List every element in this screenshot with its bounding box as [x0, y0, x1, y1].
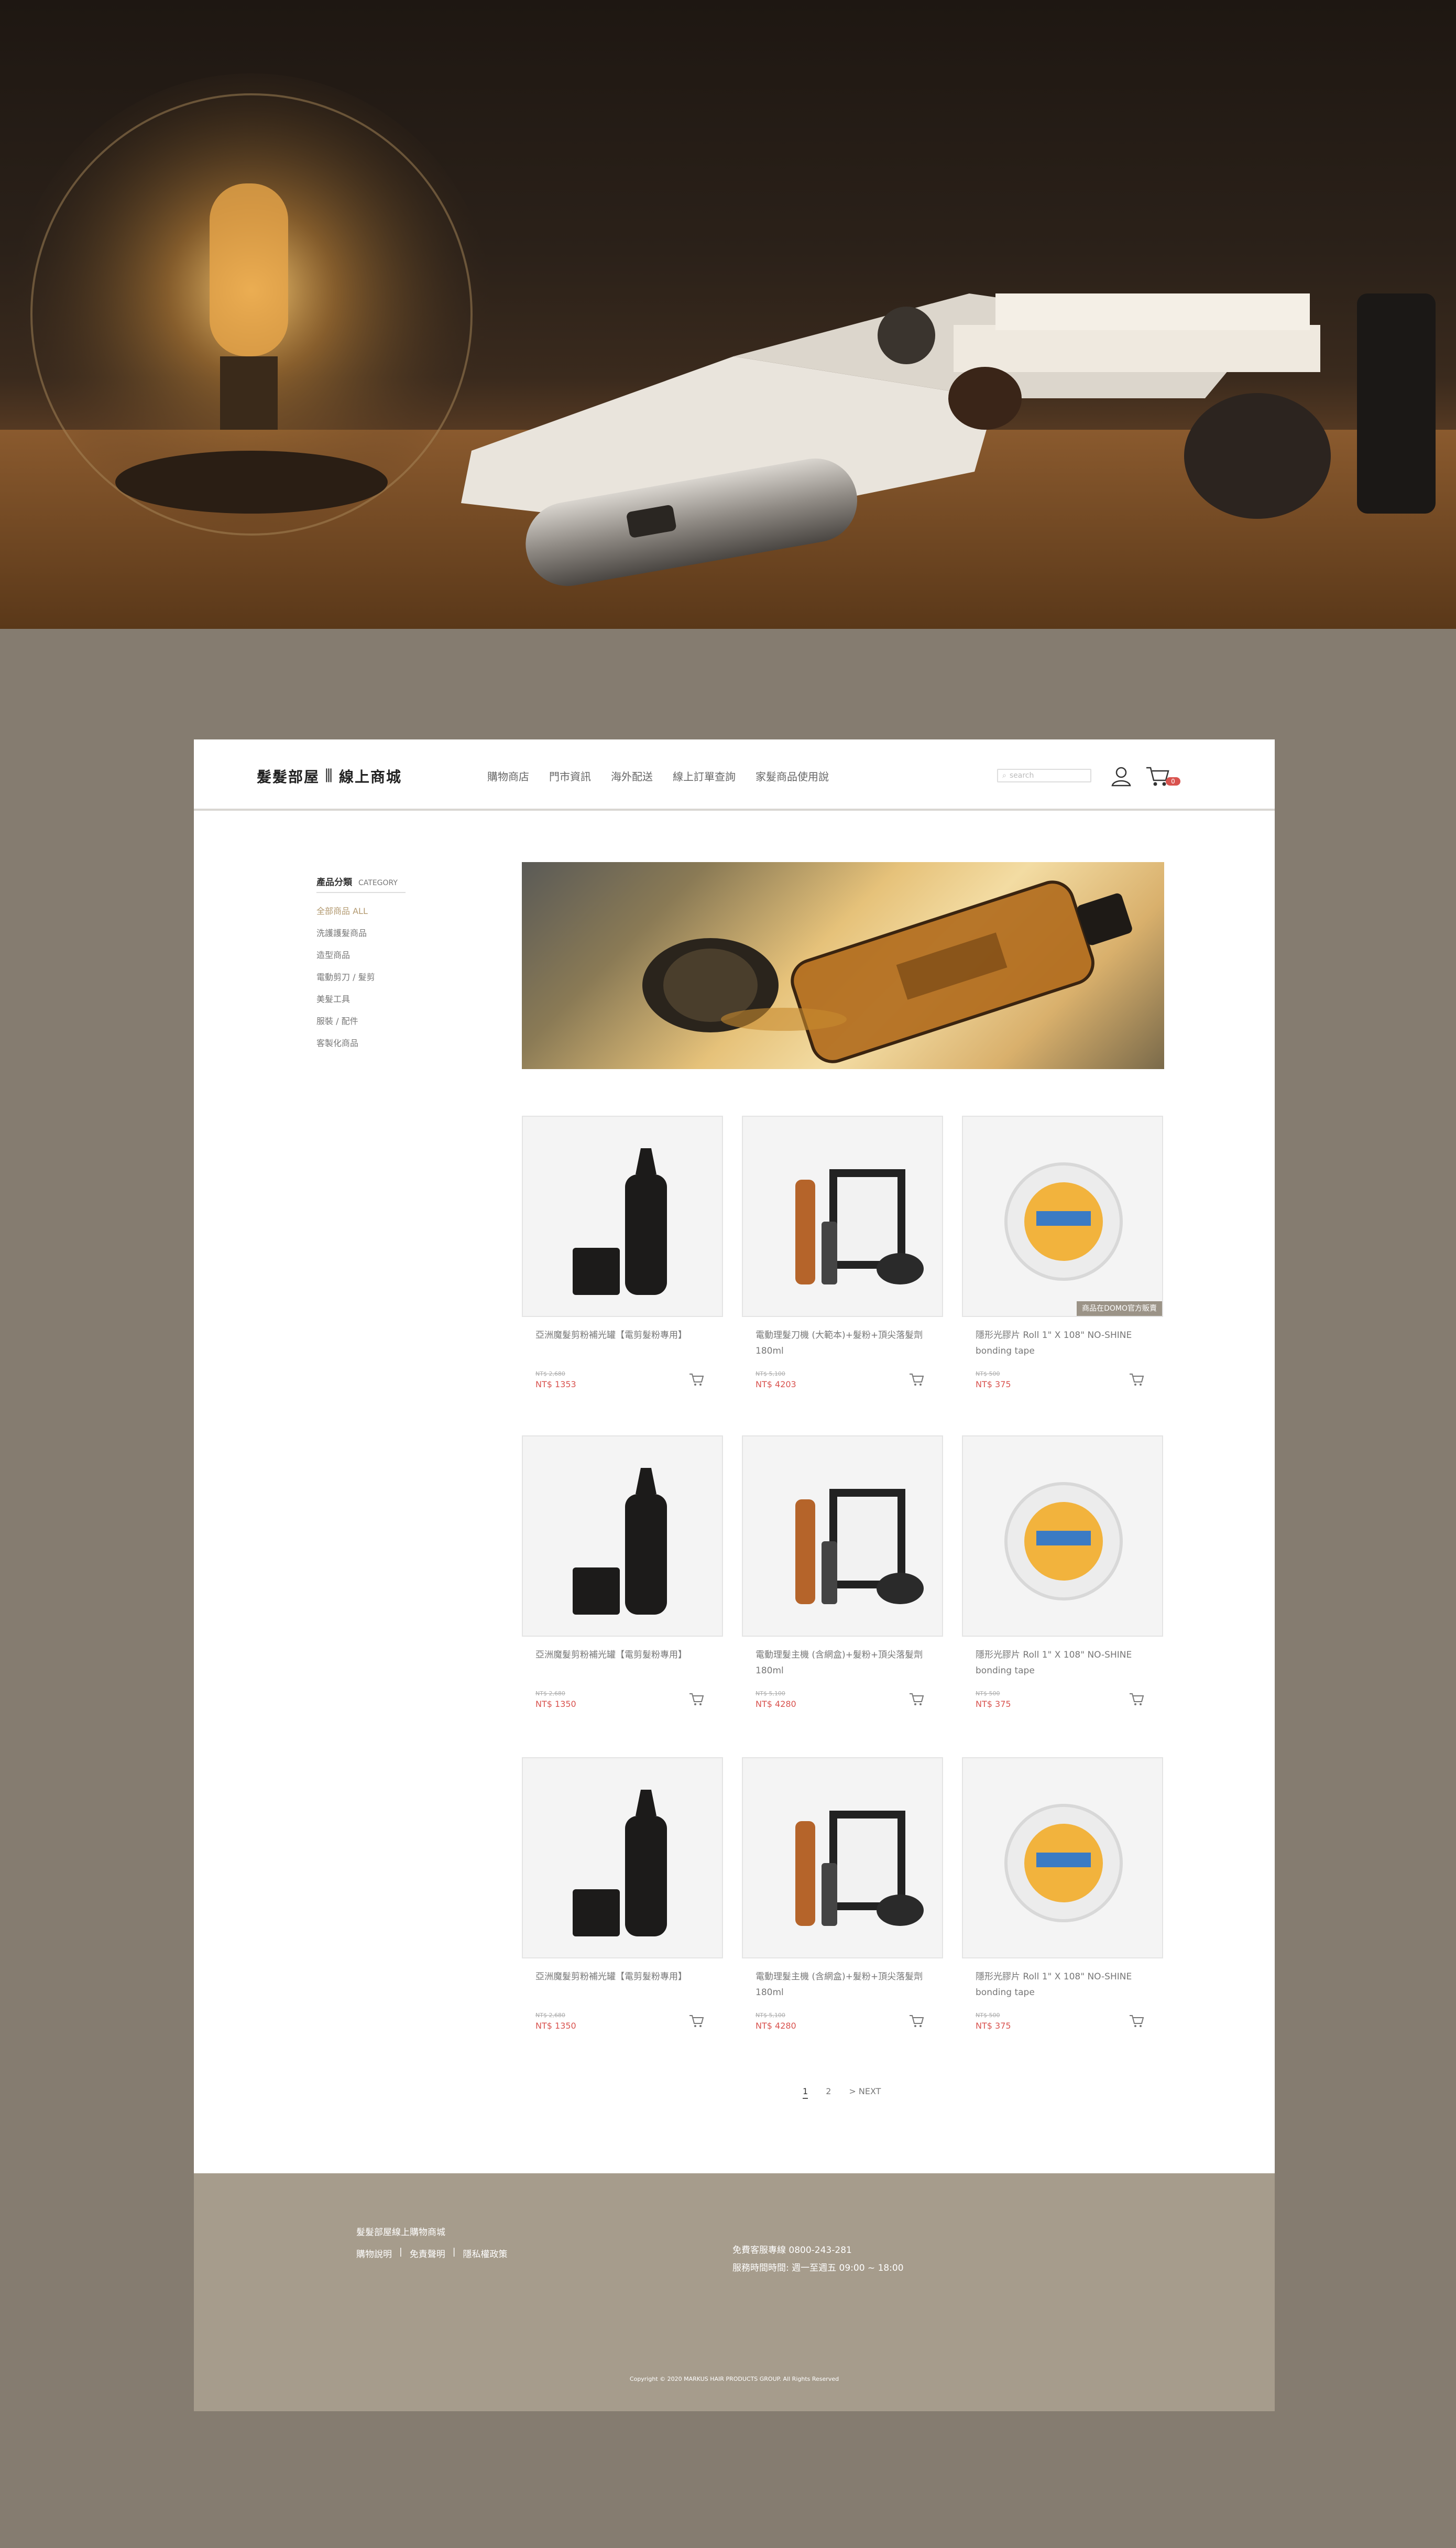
product-image[interactable]	[962, 1757, 1163, 1958]
top-navbar: 髮髮部屋 ⦀ 線上商城 購物商店 門市資訊 海外配送 線上訂單查詢 家髮商品使用…	[194, 739, 1275, 811]
add-to-cart-icon[interactable]	[1129, 1371, 1144, 1387]
main-panel: 髮髮部屋 ⦀ 線上商城 購物商店 門市資訊 海外配送 線上訂單查詢 家髮商品使用…	[194, 739, 1275, 2173]
product-card[interactable]: 隱形光膠片 Roll 1" X 108" NO-SHINE bonding ta…	[962, 1435, 1163, 1709]
product-name[interactable]: 亞洲魔髮剪粉補光罐【電剪髮粉專用】	[522, 1969, 714, 2001]
footer-copyright: Copyright © 2020 MARKUS HAIR PRODUCTS GR…	[629, 2376, 839, 2382]
nav-order-query[interactable]: 線上訂單查詢	[673, 768, 736, 783]
footer-link-privacy[interactable]: 隱私權政策	[463, 2247, 507, 2260]
product-image[interactable]: 商品在DOMO官方販賣	[962, 1116, 1163, 1317]
product-image[interactable]	[522, 1116, 723, 1317]
banner-product-photo	[642, 880, 1132, 1063]
logo-text: 髮髮部屋	[257, 768, 320, 786]
footer: 髮髮部屋線上購物商城 購物說明 | 免責聲明 | 隱私權政策 免費客服專線 08…	[194, 2173, 1275, 2411]
footer-title: 髮髮部屋線上購物商城	[356, 2227, 445, 2238]
product-photo-tape	[1004, 1162, 1123, 1281]
cart-count-badge: 0	[1166, 777, 1180, 786]
hero-banner	[0, 0, 1456, 629]
footer-separator: |	[399, 2247, 402, 2257]
product-name[interactable]: 亞洲魔髮剪粉補光罐【電剪髮粉專用】	[522, 1647, 714, 1680]
logo[interactable]: 髮髮部屋 ⦀ 線上商城	[257, 766, 402, 787]
product-card[interactable]: 電動理髮主機 (含網盒)+髮粉+頂尖落髮劑 180ml NT$ 5,100 NT…	[742, 1757, 943, 2031]
product-photo-kit	[795, 1489, 924, 1604]
product-card[interactable]: 電動理髮主機 (含網盒)+髮粉+頂尖落髮劑 180ml NT$ 5,100 NT…	[742, 1435, 943, 1709]
product-card[interactable]: 隱形光膠片 Roll 1" X 108" NO-SHINE bonding ta…	[962, 1757, 1163, 2031]
product-photo-bottle	[573, 1148, 667, 1295]
add-to-cart-icon[interactable]	[1129, 2013, 1144, 2029]
product-photo-tape	[1004, 1804, 1123, 1922]
nav-shop[interactable]: 購物商店	[487, 768, 529, 783]
product-card[interactable]: 亞洲魔髮剪粉補光罐【電剪髮粉專用】 NT$ 2,680 NT$ 1350	[522, 1435, 723, 1709]
category-sidebar: 產品分類 CATEGORY 全部商品 ALL 洗護護髮商品 造型商品 電動剪刀 …	[316, 875, 432, 1054]
product-photo-kit	[795, 1169, 924, 1284]
product-tag: 商品在DOMO官方販賣	[1077, 1301, 1162, 1316]
footer-phone: 免費客服專線 0800-243-281	[732, 2245, 852, 2256]
footer-contact: 免費客服專線 0800-243-281 服務時間時間: 週一至週五 09:00 …	[732, 2241, 904, 2277]
add-to-cart-icon[interactable]	[908, 2013, 924, 2029]
product-name[interactable]: 亞洲魔髮剪粉補光罐【電剪髮粉專用】	[522, 1327, 714, 1360]
page-1[interactable]: 1	[803, 2086, 808, 2099]
product-photo-kit	[795, 1811, 924, 1926]
category-list: 全部商品 ALL 洗護護髮商品 造型商品 電動剪刀 / 髮剪 美髮工具 服裝 /…	[316, 900, 432, 1054]
product-card[interactable]: 商品在DOMO官方販賣 隱形光膠片 Roll 1" X 108" NO-SHIN…	[962, 1116, 1163, 1389]
product-image[interactable]	[742, 1116, 943, 1317]
product-image[interactable]	[522, 1757, 723, 1958]
product-name[interactable]: 電動理髮刀機 (大範本)+髮粉+頂尖落髮劑 180ml	[742, 1327, 934, 1360]
product-photo-bottle	[573, 1468, 667, 1615]
add-to-cart-icon[interactable]	[908, 1691, 924, 1707]
category-title: 產品分類	[316, 877, 352, 888]
logo-sub: 線上商城	[338, 768, 402, 786]
footer-links: 購物說明 | 免責聲明 | 隱私權政策	[356, 2247, 507, 2260]
product-image[interactable]	[522, 1435, 723, 1637]
category-item-custom[interactable]: 客製化商品	[316, 1032, 432, 1054]
main-nav: 購物商店 門市資訊 海外配送 線上訂單查詢 家髮商品使用說	[487, 768, 829, 783]
category-item-all[interactable]: 全部商品 ALL	[316, 900, 432, 922]
category-item-styling[interactable]: 造型商品	[316, 944, 432, 966]
add-to-cart-icon[interactable]	[908, 1371, 924, 1387]
footer-link-guide[interactable]: 購物說明	[356, 2247, 392, 2260]
product-name[interactable]: 隱形光膠片 Roll 1" X 108" NO-SHINE bonding ta…	[962, 1647, 1154, 1680]
category-item-tools[interactable]: 美髮工具	[316, 988, 432, 1010]
category-title-en: CATEGORY	[358, 879, 398, 887]
search-input[interactable]: search	[1010, 771, 1034, 780]
nav-stores[interactable]: 門市資訊	[549, 768, 591, 783]
search-box[interactable]: ⌕ search	[997, 769, 1091, 782]
search-icon[interactable]: ⌕	[1002, 771, 1006, 780]
page-2[interactable]: 2	[826, 2086, 831, 2099]
hero-photo	[0, 73, 1456, 629]
product-card[interactable]: 電動理髮刀機 (大範本)+髮粉+頂尖落髮劑 180ml NT$ 5,100 NT…	[742, 1116, 943, 1389]
nav-product-guide[interactable]: 家髮商品使用說	[756, 768, 829, 783]
page-next[interactable]: > NEXT	[849, 2086, 881, 2099]
logo-mark-icon: ⦀	[325, 766, 334, 787]
category-item-clippers[interactable]: 電動剪刀 / 髮剪	[316, 966, 432, 988]
product-image[interactable]	[742, 1757, 943, 1958]
footer-link-disclaimer[interactable]: 免責聲明	[410, 2247, 445, 2260]
product-card[interactable]: 亞洲魔髮剪粉補光罐【電剪髮粉專用】 NT$ 2,680 NT$ 1350	[522, 1757, 723, 2031]
product-name[interactable]: 隱形光膠片 Roll 1" X 108" NO-SHINE bonding ta…	[962, 1327, 1154, 1360]
product-photo-tape	[1004, 1482, 1123, 1600]
product-photo-bottle	[573, 1790, 667, 1936]
nav-overseas[interactable]: 海外配送	[611, 768, 653, 783]
category-item-apparel[interactable]: 服裝 / 配件	[316, 1010, 432, 1032]
promo-banner[interactable]	[522, 862, 1164, 1069]
footer-separator: |	[452, 2247, 456, 2257]
pagination: 1 2 > NEXT	[803, 2086, 881, 2099]
add-to-cart-icon[interactable]	[688, 1691, 704, 1707]
add-to-cart-icon[interactable]	[1129, 1691, 1144, 1707]
add-to-cart-icon[interactable]	[688, 1371, 704, 1387]
user-icon[interactable]	[1110, 765, 1133, 788]
product-image[interactable]	[742, 1435, 943, 1637]
product-name[interactable]: 隱形光膠片 Roll 1" X 108" NO-SHINE bonding ta…	[962, 1969, 1154, 2001]
footer-hours: 服務時間時間: 週一至週五 09:00 ~ 18:00	[732, 2263, 904, 2273]
category-header: 產品分類 CATEGORY	[316, 875, 406, 893]
product-card[interactable]: 亞洲魔髮剪粉補光罐【電剪髮粉專用】 NT$ 2,680 NT$ 1353	[522, 1116, 723, 1389]
product-name[interactable]: 電動理髮主機 (含網盒)+髮粉+頂尖落髮劑 180ml	[742, 1647, 934, 1680]
add-to-cart-icon[interactable]	[688, 2013, 704, 2029]
product-name[interactable]: 電動理髮主機 (含網盒)+髮粉+頂尖落髮劑 180ml	[742, 1969, 934, 2001]
category-item-care[interactable]: 洗護護髮商品	[316, 922, 432, 944]
product-image[interactable]	[962, 1435, 1163, 1637]
